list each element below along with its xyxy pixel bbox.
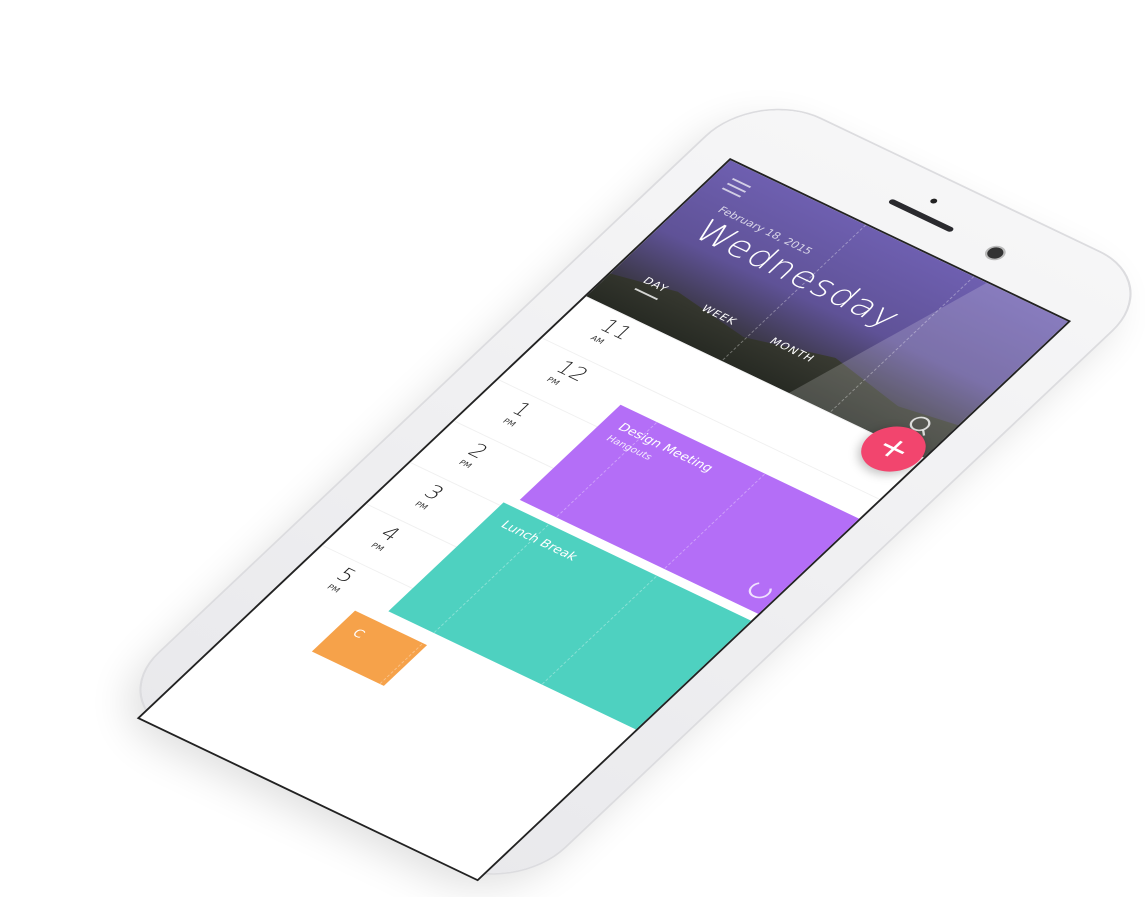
- repeat-icon[interactable]: [744, 579, 777, 602]
- menu-icon[interactable]: [718, 177, 752, 201]
- event-title: C: [348, 627, 368, 642]
- sensor-icon: [928, 197, 939, 205]
- camera-icon: [980, 243, 1010, 264]
- speaker-icon: [887, 198, 955, 233]
